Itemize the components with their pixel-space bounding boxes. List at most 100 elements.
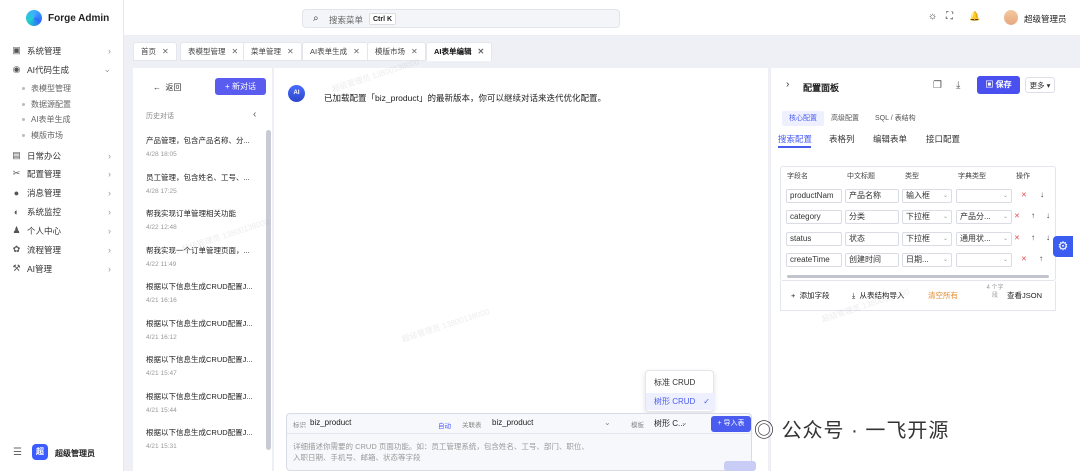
- field-title-input[interactable]: 状态: [845, 232, 899, 246]
- send-button[interactable]: [724, 461, 756, 471]
- chevron-down-icon[interactable]: ⌄: [604, 418, 611, 427]
- download-icon[interactable]: ⤓: [956, 80, 960, 91]
- history-item[interactable]: 员工管理，包含姓名、工号、... 4/28 17:25: [141, 169, 259, 205]
- history-scrollbar[interactable]: [266, 130, 271, 450]
- subtab-edit-form[interactable]: 编辑表单: [873, 133, 907, 145]
- header-user-name[interactable]: 超级管理员: [1024, 13, 1067, 25]
- tab-ai-form-edit[interactable]: AI表单编辑 ✕: [426, 42, 493, 61]
- tab-table-model[interactable]: 表模型管理 ✕: [180, 42, 247, 61]
- history-item[interactable]: 根据以下信息生成CRUD配置J... 4/21 15:44: [141, 388, 259, 424]
- history-item[interactable]: 根据以下信息生成CRUD配置J... 4/21 15:47: [141, 351, 259, 387]
- copy-icon[interactable]: ❐: [933, 80, 942, 91]
- new-chat-button[interactable]: + 新对话: [215, 78, 266, 95]
- table-select[interactable]: biz_product: [492, 418, 533, 427]
- close-icon[interactable]: ✕: [411, 47, 418, 56]
- settings-gear-icon[interactable]: ⚙: [1053, 236, 1073, 257]
- field-title-input[interactable]: 产品名称: [845, 189, 899, 203]
- segment-advanced[interactable]: 高级配置: [824, 111, 866, 126]
- delete-icon[interactable]: ✕: [1021, 191, 1027, 199]
- chevron-left-icon[interactable]: ‹: [253, 109, 256, 120]
- sidebar-item-office[interactable]: ▤ 日常办公 ›: [0, 146, 124, 165]
- history-item[interactable]: 根据以下信息生成CRUD配置J... 4/21 16:16: [141, 278, 259, 314]
- sidebar-item-flow[interactable]: ✿ 流程管理 ›: [0, 240, 124, 259]
- sidebar-item-message[interactable]: ● 消息管理 ›: [0, 183, 124, 202]
- delete-icon[interactable]: ✕: [1021, 255, 1027, 263]
- subtab-columns[interactable]: 表格列: [829, 133, 855, 145]
- fullscreen-icon[interactable]: ⛶: [946, 11, 953, 22]
- table-scrollbar[interactable]: [787, 275, 1049, 278]
- subtab-api[interactable]: 接口配置: [926, 133, 960, 145]
- bell-icon[interactable]: 🔔: [969, 11, 980, 22]
- prompt-textarea[interactable]: 详细描述你需要的 CRUD 页面功能。如：员工管理系统，包含姓名、工号、部门、职…: [293, 441, 593, 463]
- arrow-down-icon[interactable]: ↓: [1046, 233, 1050, 242]
- arrow-up-icon[interactable]: ↑: [1031, 211, 1035, 220]
- view-json-button[interactable]: 查看JSON: [1007, 290, 1042, 301]
- table-label: 关联表: [462, 422, 482, 429]
- close-icon[interactable]: ✕: [353, 47, 360, 56]
- save-button[interactable]: ▣ 保存: [977, 76, 1020, 94]
- auto-button[interactable]: 自动: [438, 420, 451, 430]
- segment-sql[interactable]: SQL / 表结构: [868, 111, 923, 126]
- field-name-input[interactable]: status: [786, 232, 842, 246]
- dict-type-select[interactable]: ⌄: [956, 253, 1012, 267]
- app-logo[interactable]: Forge Admin: [0, 0, 124, 36]
- tab-home[interactable]: 首页 ✕: [133, 42, 177, 61]
- field-type-select[interactable]: 下拉框 ⌄: [902, 232, 952, 246]
- dict-type-select[interactable]: 产品分... ⌄: [956, 210, 1012, 224]
- template-option-tree[interactable]: 树形 CRUD ✓: [646, 393, 715, 410]
- template-option-standard[interactable]: 标准 CRUD: [646, 374, 715, 391]
- arrow-down-icon[interactable]: ↓: [1040, 190, 1044, 199]
- close-icon[interactable]: ✕: [232, 47, 239, 56]
- sidebar-item-ai-manage[interactable]: ⚒ AI管理 ›: [0, 259, 124, 278]
- add-field-button[interactable]: + 添加字段: [791, 290, 830, 301]
- sidebar-item-monitor[interactable]: ◐ 系统监控 ›: [0, 202, 124, 221]
- arrow-up-icon[interactable]: ↑: [1031, 233, 1035, 242]
- field-name-input[interactable]: createTime: [786, 253, 842, 267]
- sidebar-subitem-ai-form[interactable]: AI表单生成: [0, 111, 124, 127]
- chevron-right-icon[interactable]: ›: [786, 79, 789, 90]
- sidebar-item-profile[interactable]: ♟ 个人中心 ›: [0, 221, 124, 240]
- sidebar-subitem-table-model[interactable]: 表模型管理: [0, 80, 124, 96]
- chevron-down-icon[interactable]: ⌄: [681, 418, 688, 427]
- ai-message: 已加载配置「biz_product」的最新版本，你可以继续对话来迭代优化配置。: [324, 93, 606, 103]
- user-avatar[interactable]: [1004, 10, 1018, 25]
- field-name-input[interactable]: productNam: [786, 189, 842, 203]
- sidebar-subitem-template-market[interactable]: 模版市场: [0, 127, 124, 143]
- sidebar-item-config[interactable]: ✂ 配置管理 ›: [0, 164, 124, 183]
- field-type-select[interactable]: 输入框 ⌄: [902, 189, 952, 203]
- tab-menu-manage[interactable]: 菜单管理 ✕: [243, 42, 302, 61]
- sidebar-item-system[interactable]: ▣ 系统管理 ›: [0, 41, 124, 60]
- chat-composer: 标识 biz_product 自动 关联表 biz_product ⌄ 模板 树…: [286, 413, 753, 471]
- delete-icon[interactable]: ✕: [1014, 212, 1020, 220]
- history-item[interactable]: 根据以下信息生成CRUD配置J... 4/21 16:12: [141, 315, 259, 351]
- delete-icon[interactable]: ✕: [1014, 234, 1020, 242]
- field-type-select[interactable]: 日期... ⌄: [902, 253, 952, 267]
- id-input[interactable]: biz_product: [310, 418, 351, 427]
- arrow-up-icon[interactable]: ↑: [1039, 254, 1043, 263]
- arrow-down-icon[interactable]: ↓: [1046, 211, 1050, 220]
- sidebar-subitem-datasource[interactable]: 数据源配置: [0, 96, 124, 112]
- import-table-button[interactable]: + 导入表: [711, 416, 751, 432]
- field-type-select[interactable]: 下拉框 ⌄: [902, 210, 952, 224]
- segment-core[interactable]: 核心配置: [782, 111, 824, 126]
- close-icon[interactable]: ✕: [478, 47, 485, 56]
- history-item[interactable]: 根据以下信息生成CRUD配置J... 4/21 15:31: [141, 424, 259, 460]
- sidebar-item-ai-codegen[interactable]: ◉ AI代码生成 ⌄: [0, 60, 124, 79]
- clear-all-button[interactable]: 清空所有: [928, 290, 958, 301]
- field-title-input[interactable]: 创建时间: [845, 253, 899, 267]
- back-button[interactable]: ← 返回: [153, 82, 181, 93]
- dict-type-select[interactable]: ⌄: [956, 189, 1012, 203]
- tab-ai-form[interactable]: AI表单生成 ✕: [302, 42, 368, 61]
- field-title-input[interactable]: 分类: [845, 210, 899, 224]
- close-icon[interactable]: ✕: [287, 47, 294, 56]
- subtab-search[interactable]: 搜索配置: [778, 133, 812, 145]
- theme-toggle-icon[interactable]: ☼: [928, 11, 937, 22]
- avatar[interactable]: 超: [32, 444, 48, 460]
- history-item[interactable]: 产品管理，包含产品名称、分... 4/28 18:05: [141, 132, 259, 168]
- collapse-menu-icon[interactable]: ☰: [13, 447, 22, 458]
- more-button[interactable]: 更多 ▾: [1025, 77, 1055, 93]
- dict-type-select[interactable]: 通用状... ⌄: [956, 232, 1012, 246]
- field-name-input[interactable]: category: [786, 210, 842, 224]
- close-icon[interactable]: ✕: [162, 47, 169, 56]
- search-input[interactable]: ⌕ 搜索菜单 Ctrl K: [302, 9, 620, 28]
